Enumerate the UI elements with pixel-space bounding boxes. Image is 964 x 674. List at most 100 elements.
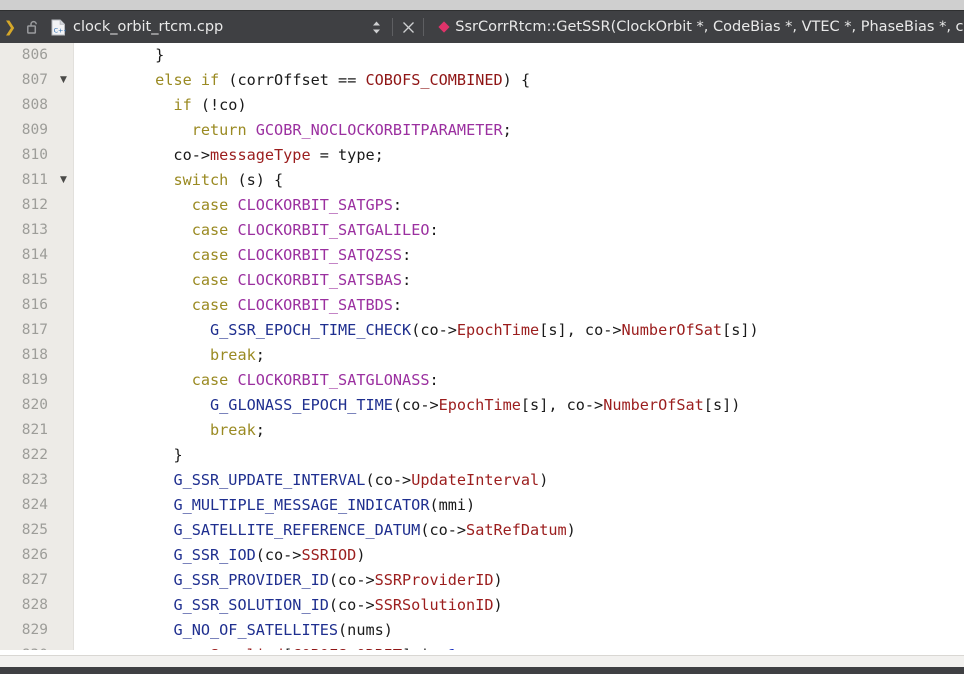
code-line[interactable]: 807 ▼ else if (corrOffset == COBOFS_COMBI… [0,68,964,93]
code-line[interactable]: 817 G_SSR_EPOCH_TIME_CHECK(co->EpochTime… [0,318,964,343]
code-token: case [191,296,229,314]
code-token: case [191,221,229,239]
line-number: 806 [21,47,48,63]
code-token: SSRProviderID [374,571,494,589]
code-token: if [200,71,220,89]
code-line-text: case CLOCKORBIT_SATGPS: [82,193,402,218]
code-token: ) [493,596,503,614]
code-line-text: case CLOCKORBIT_SATGLONASS: [82,368,439,393]
line-number: 807 [21,72,48,88]
unlocked-padlock-icon[interactable] [20,20,46,35]
line-number: 817 [21,322,48,338]
updown-stepper-icon[interactable] [365,20,387,35]
code-token: (co-> [420,521,467,539]
code-line-text: case CLOCKORBIT_SATGALILEO: [82,218,439,243]
code-token: CLOCKORBIT_SATGLONASS [237,371,430,389]
function-symbol-icon [433,20,455,34]
fold-arrow-icon[interactable]: ▼ [57,68,70,93]
code-line[interactable]: 806 } [0,43,964,68]
code-token: CLOCKORBIT_SATBDS [237,296,393,314]
code-line[interactable]: 823 G_SSR_UPDATE_INTERVAL(co->UpdateInte… [0,468,964,493]
code-token: (co-> [392,396,439,414]
code-token: (co-> [255,546,302,564]
code-token: = type; [310,146,384,164]
code-line[interactable]: 825 G_SATELLITE_REFERENCE_DATUM(co->SatR… [0,518,964,543]
code-token: SSRIOD [301,546,357,564]
code-line[interactable]: 822 } [0,443,964,468]
code-line[interactable]: 828 G_SSR_SOLUTION_ID(co->SSRSolutionID) [0,593,964,618]
code-editor-area[interactable]: 806 } 807 ▼ else if (corrOffset == COBOFS_… [0,43,964,655]
code-token: CLOCKORBIT_SATSBAS [237,271,403,289]
code-token: G_GLONASS_EPOCH_TIME [210,396,393,414]
code-token: if [173,96,192,114]
code-token: G_SSR_PROVIDER_ID [173,571,329,589]
code-line[interactable]: 829 G_NO_OF_SATELLITES(nums) [0,618,964,643]
line-number: 825 [21,522,48,538]
code-line[interactable]: 826 G_SSR_IOD(co->SSRIOD) [0,543,964,568]
code-line-text: break; [82,343,265,368]
code-line[interactable]: 810 co->messageType = type; [0,143,964,168]
toolbar-divider-2 [423,18,425,36]
line-number: 813 [21,222,48,238]
code-token: (co-> [411,321,457,339]
code-token: G_SSR_IOD [173,546,256,564]
code-line-text: } [82,43,164,68]
close-tab-icon[interactable] [398,21,418,34]
code-token: : [429,221,439,239]
active-tab-filename[interactable]: clock_orbit_rtcm.cpp [70,19,223,35]
window-bottom-bar [0,667,964,674]
code-line[interactable]: 818 break; [0,343,964,368]
expand-chevron-icon[interactable]: ❯ [0,19,20,35]
code-line-text: return GCOBR_NOCLOCKORBITPARAMETER; [82,118,512,143]
line-number: 812 [21,197,48,213]
code-line-text: G_SSR_IOD(co->SSRIOD) [82,543,365,568]
line-number: 816 [21,297,48,313]
code-line[interactable]: 824 G_MULTIPLE_MESSAGE_INDICATOR(mmi) [0,493,964,518]
code-line[interactable]: 813 case CLOCKORBIT_SATGALILEO: [0,218,964,243]
symbol-breadcrumb[interactable]: SsrCorrRtcm::GetSSR(ClockOrbit *, CodeBi… [455,19,964,35]
code-token: messageType [210,146,311,164]
code-line-text: co->messageType = type; [82,143,384,168]
code-token: G_SSR_SOLUTION_ID [173,596,329,614]
code-line[interactable]: 814 case CLOCKORBIT_SATQZSS: [0,243,964,268]
line-number: 827 [21,572,48,588]
code-line[interactable]: 808 if (!co) [0,93,964,118]
code-line[interactable]: 809 return GCOBR_NOCLOCKORBITPARAMETER; [0,118,964,143]
code-token: GCOBR_NOCLOCKORBITPARAMETER [255,121,503,139]
code-line[interactable]: 811 ▼ switch (s) { [0,168,964,193]
horizontal-scrollbar-thumb[interactable] [1,658,501,666]
code-token: ) [566,521,576,539]
code-token: CLOCKORBIT_SATGALILEO [237,221,430,239]
code-token: (corrOffset == [219,71,366,89]
code-token: : [392,296,403,314]
code-line[interactable]: 827 G_SSR_PROVIDER_ID(co->SSRProviderID) [0,568,964,593]
code-line-text: } [82,443,182,468]
fold-arrow-icon[interactable]: ▼ [57,168,70,193]
code-line-text: else if (corrOffset == COBOFS_COMBINED) … [82,68,530,93]
line-number: 829 [21,622,48,638]
code-line[interactable]: 820 G_GLONASS_EPOCH_TIME(co->EpochTime[s… [0,393,964,418]
code-token: ; [502,121,512,139]
line-number: 820 [21,397,48,413]
code-line[interactable]: 821 break; [0,418,964,443]
line-number: 808 [21,97,48,113]
code-line[interactable]: 819 case CLOCKORBIT_SATGLONASS: [0,368,964,393]
horizontal-scrollbar[interactable] [0,655,964,667]
code-line[interactable]: 815 case CLOCKORBIT_SATSBAS: [0,268,964,293]
code-line[interactable]: 812 case CLOCKORBIT_SATGPS: [0,193,964,218]
code-line[interactable]: 816 case CLOCKORBIT_SATBDS: [0,293,964,318]
code-token: NumberOfSat [621,321,723,339]
code-token: (co-> [365,471,412,489]
code-token: SSRSolutionID [374,596,494,614]
code-line-text: case CLOCKORBIT_SATBDS: [82,293,402,318]
code-token: CLOCKORBIT_SATQZSS [237,246,403,264]
